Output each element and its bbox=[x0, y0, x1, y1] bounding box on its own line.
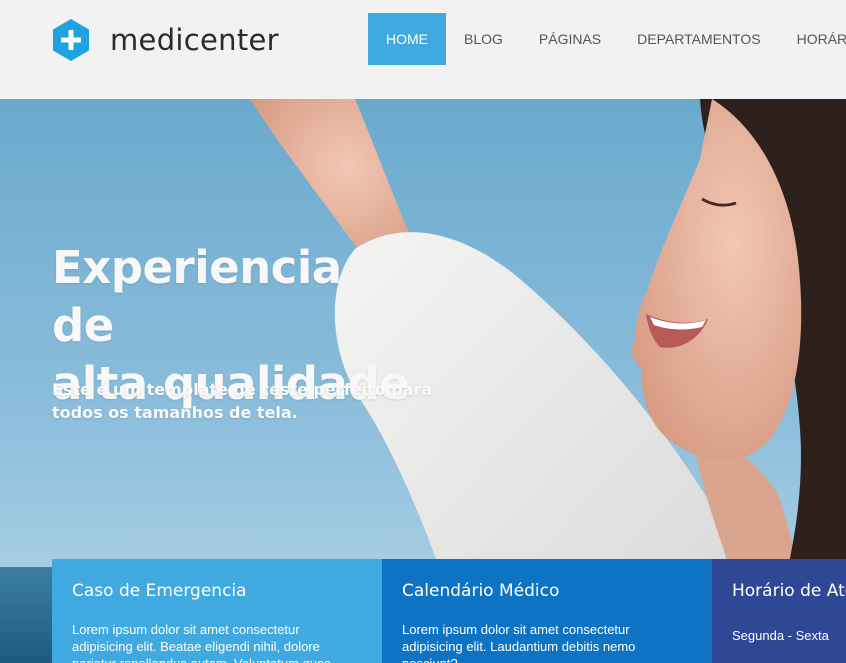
medical-calendar-box-title: Calendário Médico bbox=[402, 581, 560, 601]
brand-logo[interactable]: medicenter bbox=[52, 18, 279, 62]
medical-calendar-box-text: Lorem ipsum dolor sit amet consectetur a… bbox=[402, 622, 636, 663]
opening-hours-days: Segunda - Sexta bbox=[732, 628, 829, 643]
info-boxes: Caso de Emergencia Lorem ipsum dolor sit… bbox=[52, 559, 846, 663]
hero-title-line-1: Experiencia de bbox=[52, 241, 342, 352]
main-navigation: HOME BLOG PÁGINAS DEPARTAMENTOS HORÁRIOS bbox=[368, 13, 846, 65]
emergency-box-text: Lorem ipsum dolor sit amet consectetur a… bbox=[72, 622, 331, 663]
site-header: medicenter HOME BLOG PÁGINAS DEPARTAMENT… bbox=[0, 0, 846, 99]
medical-calendar-box[interactable]: Calendário Médico Lorem ipsum dolor sit … bbox=[382, 559, 712, 663]
emergency-box-title: Caso de Emergencia bbox=[72, 581, 247, 601]
opening-hours-box[interactable]: Horário de Atendimento Segunda - Sexta bbox=[712, 559, 846, 663]
nav-item-home[interactable]: HOME bbox=[368, 13, 446, 65]
brand-name: medicenter bbox=[110, 23, 279, 57]
medical-cross-hexagon-icon bbox=[53, 19, 89, 61]
nav-item-blog[interactable]: BLOG bbox=[446, 13, 521, 65]
nav-item-departamentos[interactable]: DEPARTAMENTOS bbox=[619, 13, 778, 65]
nav-item-paginas[interactable]: PÁGINAS bbox=[521, 13, 619, 65]
hero-subtitle: Este é um template de teste perfeito par… bbox=[52, 380, 433, 422]
nav-item-horarios[interactable]: HORÁRIOS bbox=[779, 13, 846, 65]
emergency-box[interactable]: Caso de Emergencia Lorem ipsum dolor sit… bbox=[52, 559, 382, 663]
opening-hours-box-title: Horário de Atendimento bbox=[732, 581, 846, 601]
